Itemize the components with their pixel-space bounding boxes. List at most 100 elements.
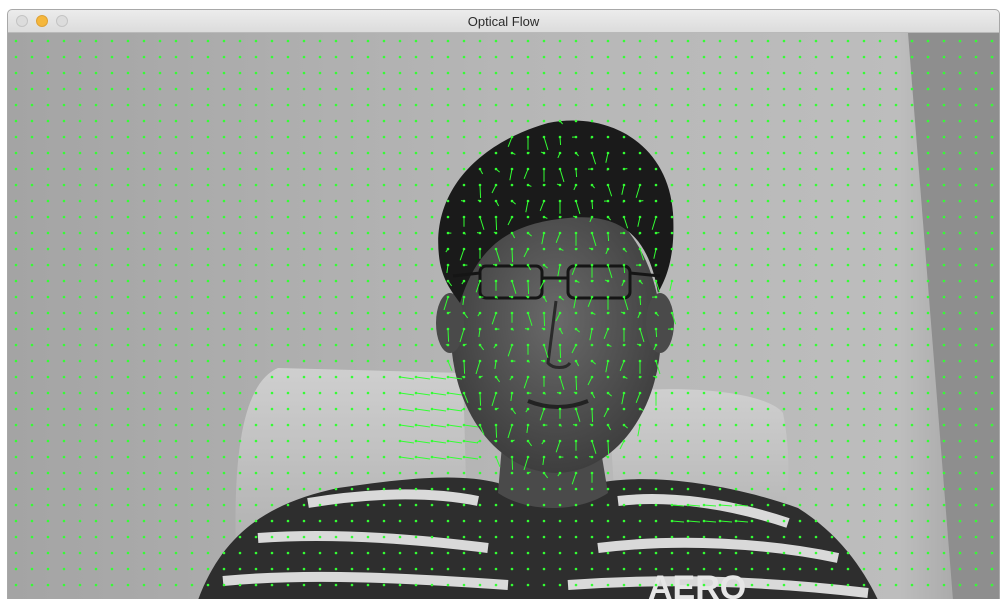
flow-point	[574, 551, 578, 555]
flow-point	[830, 55, 834, 59]
flow-point	[766, 247, 770, 251]
flow-point	[734, 471, 738, 475]
flow-point	[46, 439, 50, 443]
flow-point	[686, 263, 690, 267]
flow-point	[702, 535, 706, 539]
flow-point	[14, 551, 18, 555]
flow-point	[190, 519, 194, 523]
flow-point	[286, 55, 290, 59]
flow-point	[910, 71, 914, 75]
flow-point	[878, 391, 882, 395]
flow-point	[910, 359, 914, 363]
flow-point	[734, 455, 738, 459]
flow-point	[814, 279, 818, 283]
flow-point	[366, 55, 370, 59]
flow-point	[366, 423, 370, 427]
flow-point	[30, 375, 34, 379]
flow-point	[382, 455, 386, 459]
flow-point	[142, 359, 146, 363]
flow-point	[766, 375, 770, 379]
flow-point	[286, 295, 290, 299]
flow-point	[382, 103, 386, 107]
flow-point	[30, 39, 34, 43]
flow-point	[318, 423, 322, 427]
flow-point	[430, 167, 434, 171]
flow-point	[846, 119, 850, 123]
flow-point	[286, 279, 290, 283]
flow-point	[574, 567, 578, 571]
flow-point	[158, 119, 162, 123]
flow-point	[30, 551, 34, 555]
flow-point	[910, 423, 914, 427]
flow-point	[670, 167, 674, 171]
flow-point	[270, 55, 274, 59]
flow-point	[606, 135, 610, 139]
flow-point	[798, 359, 802, 363]
flow-point	[926, 215, 930, 219]
flow-point	[702, 471, 706, 475]
flow-point	[510, 103, 514, 107]
flow-point	[366, 247, 370, 251]
flow-point	[478, 503, 482, 507]
flow-point	[430, 471, 434, 475]
flow-point	[910, 263, 914, 267]
flow-point	[702, 311, 706, 315]
flow-point	[350, 135, 354, 139]
flow-vector	[607, 232, 610, 242]
flow-point	[174, 247, 178, 251]
flow-point	[254, 391, 258, 395]
flow-point	[942, 279, 946, 283]
flow-point	[494, 55, 498, 59]
flow-point	[110, 519, 114, 523]
title-bar[interactable]: Optical Flow	[8, 10, 999, 33]
flow-point	[766, 535, 770, 539]
flow-point	[846, 151, 850, 155]
flow-point	[270, 551, 274, 555]
flow-point	[942, 407, 946, 411]
flow-point	[734, 567, 738, 571]
flow-point	[94, 407, 98, 411]
flow-point	[894, 231, 898, 235]
flow-point	[334, 583, 338, 587]
flow-point	[702, 455, 706, 459]
flow-point	[46, 407, 50, 411]
flow-point	[478, 471, 482, 475]
flow-point	[942, 343, 946, 347]
flow-point	[142, 439, 146, 443]
flow-point	[62, 551, 66, 555]
flow-point	[830, 359, 834, 363]
flow-point	[702, 199, 706, 203]
flow-point	[926, 439, 930, 443]
flow-point	[878, 567, 882, 571]
flow-point	[830, 39, 834, 43]
flow-point	[126, 487, 130, 491]
flow-point	[286, 487, 290, 491]
flow-point	[606, 519, 610, 523]
flow-point	[190, 487, 194, 491]
flow-point	[670, 551, 674, 555]
flow-point	[14, 55, 18, 59]
flow-point	[62, 439, 66, 443]
flow-point	[686, 87, 690, 91]
flow-point	[718, 183, 722, 187]
flow-point	[302, 199, 306, 203]
flow-point	[270, 535, 274, 539]
flow-point	[158, 311, 162, 315]
flow-point	[430, 327, 434, 331]
flow-point	[734, 343, 738, 347]
flow-point	[702, 375, 706, 379]
flow-point	[94, 183, 98, 187]
flow-point	[398, 567, 402, 571]
flow-point	[254, 455, 258, 459]
flow-point	[334, 135, 338, 139]
flow-point	[366, 311, 370, 315]
flow-point	[878, 231, 882, 235]
flow-point	[670, 247, 674, 251]
flow-point	[734, 55, 738, 59]
flow-point	[894, 119, 898, 123]
flow-point	[830, 551, 834, 555]
flow-point	[414, 343, 418, 347]
flow-point	[814, 55, 818, 59]
flow-point	[430, 359, 434, 363]
flow-point	[990, 551, 994, 555]
